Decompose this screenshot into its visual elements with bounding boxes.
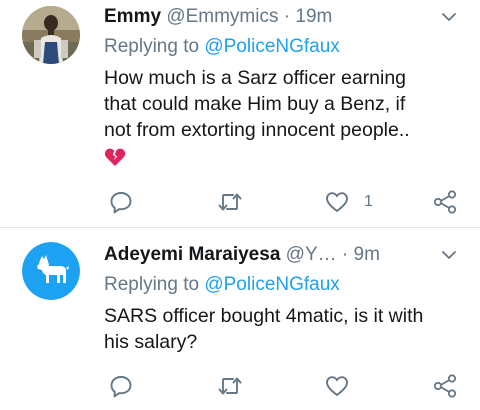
- display-name[interactable]: Emmy: [104, 6, 161, 27]
- like-count: 1: [364, 193, 373, 210]
- tweet-actions: [104, 372, 464, 400]
- replying-to: Replying to @PoliceNGfaux: [104, 34, 340, 60]
- reply-icon: [110, 376, 132, 398]
- replying-to: Replying to @PoliceNGfaux: [104, 272, 340, 298]
- tweet-text: SARS officer bought 4matic, is it with h…: [104, 303, 464, 355]
- user-photo-avatar: [22, 6, 80, 64]
- share-icon: [433, 374, 457, 398]
- reply-button[interactable]: [108, 372, 134, 400]
- replying-to-label: Replying to: [104, 274, 200, 295]
- tweet-text-line: SARS officer bought 4matic, is it with: [104, 305, 424, 327]
- share-button[interactable]: [432, 188, 458, 216]
- timestamp[interactable]: 9m: [354, 244, 380, 265]
- separator-dot: ·: [283, 6, 291, 27]
- like-button[interactable]: [324, 372, 364, 400]
- retweet-icon: [218, 377, 242, 395]
- like-icon: [326, 376, 348, 396]
- user-handle[interactable]: @Emmymics: [166, 6, 278, 27]
- like-icon: [326, 192, 348, 212]
- tweet-header: Adeyemi Maraiyesa @Y… · 9m: [104, 242, 460, 268]
- retweet-button[interactable]: [216, 188, 244, 216]
- tweet-text-line: not from extorting innocent people..: [104, 119, 410, 141]
- avatar[interactable]: [22, 6, 80, 64]
- separator-dot: ·: [341, 244, 349, 265]
- share-button[interactable]: [432, 372, 458, 400]
- share-icon: [433, 190, 457, 214]
- display-name[interactable]: Adeyemi Maraiyesa: [104, 244, 280, 265]
- chevron-down-icon[interactable]: [438, 242, 460, 268]
- tweet[interactable]: Emmy @Emmymics · 19m Replying to @Police…: [0, 0, 480, 228]
- tweet-text-line: How much is a Sarz officer earning: [104, 67, 407, 89]
- avatar[interactable]: [22, 242, 80, 300]
- broken-heart-icon: [104, 146, 126, 168]
- tweet-actions: 1: [104, 188, 464, 216]
- like-button[interactable]: 1: [324, 188, 373, 216]
- replying-to-label: Replying to: [104, 36, 200, 57]
- user-handle[interactable]: @Y…: [286, 244, 337, 265]
- tweet-text-line: that could make Him buy a Benz, if: [104, 93, 406, 115]
- reply-mention-link[interactable]: @PoliceNGfaux: [204, 36, 339, 57]
- tweet[interactable]: Adeyemi Maraiyesa @Y… · 9m Replying to @…: [0, 228, 480, 410]
- reply-icon: [110, 192, 132, 214]
- tweet-header: Emmy @Emmymics · 19m: [104, 4, 460, 30]
- reply-button[interactable]: [108, 188, 134, 216]
- default-egg-avatar: [22, 242, 80, 300]
- timestamp[interactable]: 19m: [295, 6, 332, 27]
- retweet-icon: [218, 193, 242, 211]
- chevron-down-icon[interactable]: [438, 4, 460, 30]
- tweet-text-line: his salary?: [104, 331, 198, 353]
- reply-mention-link[interactable]: @PoliceNGfaux: [204, 274, 339, 295]
- retweet-button[interactable]: [216, 372, 244, 400]
- tweet-text: How much is a Sarz officer earning that …: [104, 65, 464, 143]
